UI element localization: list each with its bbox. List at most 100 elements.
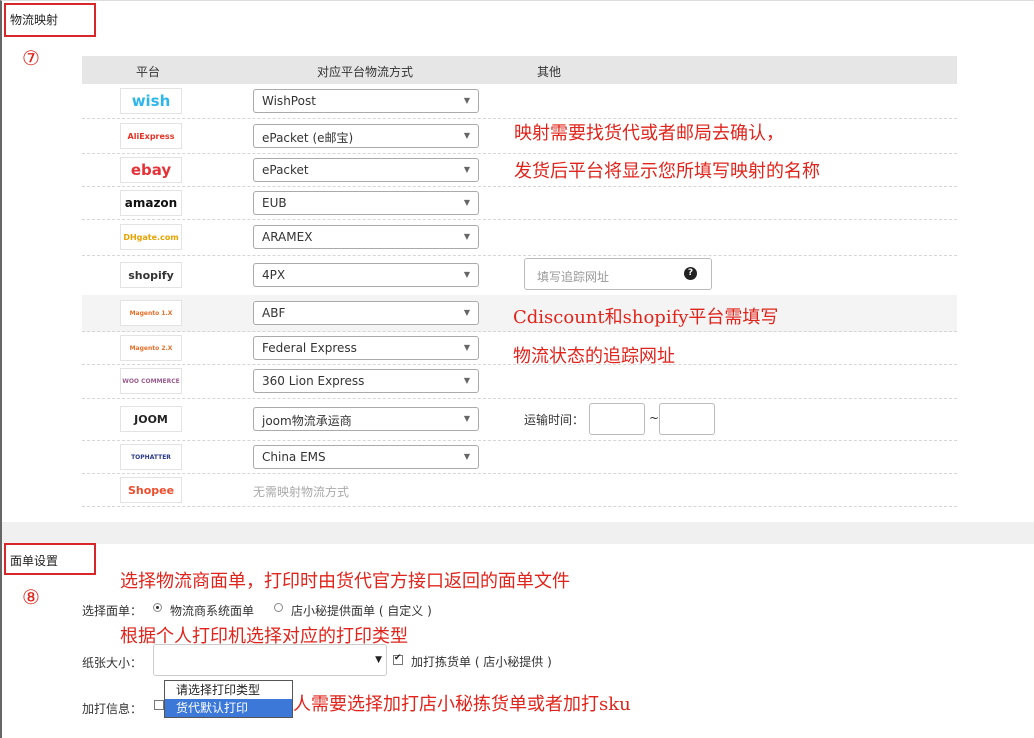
radio-carrier-label[interactable] bbox=[153, 603, 162, 612]
logo-text: shopify bbox=[128, 268, 174, 282]
dropdown-option-default[interactable]: 货代默认打印 bbox=[165, 699, 292, 717]
annotation-mapping-display: 发货后平台将显示您所填写映射的名称 bbox=[514, 161, 820, 182]
table-row: shopify 4PX ▼ bbox=[82, 255, 957, 296]
table-row: wish WishPost ▼ bbox=[82, 84, 957, 119]
logo-text: wish bbox=[131, 92, 171, 110]
selected-method: ePacket bbox=[262, 163, 309, 177]
table-row: TOPHATTER China EMS ▼ bbox=[82, 440, 957, 474]
paper-size-label: 纸张大小： bbox=[82, 656, 143, 670]
chevron-down-icon: ▼ bbox=[463, 131, 470, 140]
logo-text: Shopee bbox=[127, 483, 175, 497]
logo-shopee: Shopee bbox=[120, 477, 182, 503]
annotation-extra-print: 人需要选择加打店小秘拣货单或者加打sku bbox=[293, 694, 631, 715]
chevron-down-icon: ▼ bbox=[463, 232, 470, 241]
logistics-method-select[interactable]: ARAMEX ▼ bbox=[253, 225, 479, 249]
label-section-title: 面单设置 bbox=[10, 554, 59, 568]
extra-print-checkbox[interactable] bbox=[154, 700, 164, 710]
logo-text: DHgate.com bbox=[123, 232, 179, 242]
logo-text: WOO COMMERCE bbox=[122, 377, 180, 385]
chevron-down-icon: ▼ bbox=[375, 655, 382, 665]
logistics-method-select[interactable]: China EMS ▼ bbox=[253, 445, 479, 469]
logo-text: Magento 1.X bbox=[129, 309, 173, 317]
chevron-down-icon: ▼ bbox=[463, 270, 470, 279]
section-divider bbox=[2, 522, 1034, 544]
header-other: 其他 bbox=[537, 65, 562, 79]
step-marker-7: ⑦ bbox=[22, 46, 40, 70]
logo-shopify: shopify bbox=[120, 262, 182, 288]
selected-method: EUB bbox=[262, 196, 287, 210]
table-row: DHgate.com ARAMEX ▼ bbox=[82, 219, 957, 256]
logo-joom: JOOM bbox=[120, 406, 182, 432]
logo-magento2: Magento 2.X bbox=[120, 335, 182, 361]
logistics-method-select[interactable]: 360 Lion Express ▼ bbox=[253, 369, 479, 393]
chevron-down-icon: ▼ bbox=[463, 308, 470, 317]
extra-print-label: 加打信息： bbox=[82, 702, 143, 716]
range-separator: ~ bbox=[649, 411, 660, 425]
chevron-down-icon: ▼ bbox=[463, 198, 470, 207]
logistics-method-select[interactable]: WishPost ▼ bbox=[253, 89, 479, 113]
header-method: 对应平台物流方式 bbox=[317, 65, 414, 79]
chevron-down-icon: ▼ bbox=[463, 414, 470, 423]
transit-time-max-input[interactable] bbox=[659, 403, 715, 435]
paper-size-select[interactable]: ▼ bbox=[153, 644, 387, 676]
logistics-method-select[interactable]: ePacket (e邮宝) ▼ bbox=[253, 124, 479, 148]
dropdown-option-placeholder[interactable]: 请选择打印类型 bbox=[165, 681, 292, 699]
logo-text: AliExpress bbox=[127, 131, 175, 141]
logo-text: TOPHATTER bbox=[131, 453, 171, 461]
pick-list-label[interactable]: 加打拣货单 ( 店小秘提供 ) bbox=[411, 653, 552, 670]
annotation-tracking-url: 物流状态的追踪网址 bbox=[513, 346, 675, 367]
option-carrier-label[interactable]: 物流商系统面单 bbox=[170, 602, 254, 619]
table-header: 平台 对应平台物流方式 其他 bbox=[82, 56, 957, 84]
chevron-down-icon: ▼ bbox=[463, 96, 470, 105]
logo-text: amazon bbox=[124, 196, 178, 210]
no-mapping-text: 无需映射物流方式 bbox=[253, 485, 350, 499]
annotation-label-select: 选择物流商面单，打印时由货代官方接口返回的面单文件 bbox=[120, 571, 570, 592]
selected-method: ABF bbox=[262, 306, 286, 320]
logo-amazon: amazon bbox=[120, 190, 182, 216]
radio-custom-label[interactable] bbox=[274, 603, 283, 612]
logo-woocommerce: WOO COMMERCE bbox=[120, 368, 182, 394]
header-platform: 平台 bbox=[136, 65, 161, 79]
tracking-url-input[interactable]: 填写追踪网址 ? bbox=[524, 258, 712, 290]
transit-time-label: 运输时间： bbox=[524, 413, 585, 427]
selected-method: joom物流承运商 bbox=[262, 414, 352, 428]
table-row: amazon EUB ▼ bbox=[82, 186, 957, 220]
logistics-method-select[interactable]: ABF ▼ bbox=[253, 301, 479, 325]
table-row: WOO COMMERCE 360 Lion Express ▼ bbox=[82, 364, 957, 399]
chevron-down-icon: ▼ bbox=[463, 165, 470, 174]
chevron-down-icon: ▼ bbox=[463, 452, 470, 461]
logo-aliexpress: AliExpress bbox=[120, 123, 182, 149]
selected-method: China EMS bbox=[262, 450, 326, 464]
logo-magento1: Magento 1.X bbox=[120, 300, 182, 326]
selected-method: 4PX bbox=[262, 268, 286, 282]
print-type-dropdown[interactable]: 请选择打印类型 货代默认打印 bbox=[164, 680, 293, 718]
table-row: Shopee bbox=[82, 473, 957, 507]
annotation-tracking-required: Cdiscount和shopify平台需填写 bbox=[513, 307, 779, 328]
pick-list-checkbox[interactable] bbox=[393, 653, 403, 665]
selected-method: Federal Express bbox=[262, 341, 357, 355]
logistics-method-select[interactable]: 4PX ▼ bbox=[253, 263, 479, 287]
logistics-method-select[interactable]: ePacket ▼ bbox=[253, 158, 479, 182]
logistics-method-select[interactable]: joom物流承运商 ▼ bbox=[253, 407, 479, 431]
selected-method: 360 Lion Express bbox=[262, 374, 365, 388]
annotation-mapping-confirm: 映射需要找货代或者邮局去确认， bbox=[514, 123, 784, 144]
logistics-method-select[interactable]: Federal Express ▼ bbox=[253, 336, 479, 360]
transit-time-min-input[interactable] bbox=[589, 403, 645, 435]
logistics-method-select[interactable]: EUB ▼ bbox=[253, 191, 479, 215]
selected-method: ARAMEX bbox=[262, 230, 313, 244]
option-custom-label[interactable]: 店小秘提供面单 ( 自定义 ) bbox=[291, 602, 432, 619]
logo-text: ebay bbox=[130, 161, 172, 179]
logo-text: JOOM bbox=[134, 412, 168, 426]
question-circle-icon[interactable]: ? bbox=[684, 267, 697, 280]
logo-ebay: ebay bbox=[120, 157, 182, 183]
table-row: JOOM joom物流承运商 ▼ bbox=[82, 398, 957, 441]
select-label-label: 选择面单： bbox=[82, 604, 143, 618]
logo-tophatter: TOPHATTER bbox=[120, 444, 182, 470]
chevron-down-icon: ▼ bbox=[463, 343, 470, 352]
logistics-section-title: 物流映射 bbox=[10, 13, 59, 27]
chevron-down-icon: ▼ bbox=[463, 376, 470, 385]
tracking-url-placeholder: 填写追踪网址 bbox=[537, 270, 610, 284]
step-marker-8: ⑧ bbox=[22, 585, 40, 609]
selected-method: ePacket (e邮宝) bbox=[262, 131, 354, 145]
logo-dhgate: DHgate.com bbox=[120, 224, 182, 250]
